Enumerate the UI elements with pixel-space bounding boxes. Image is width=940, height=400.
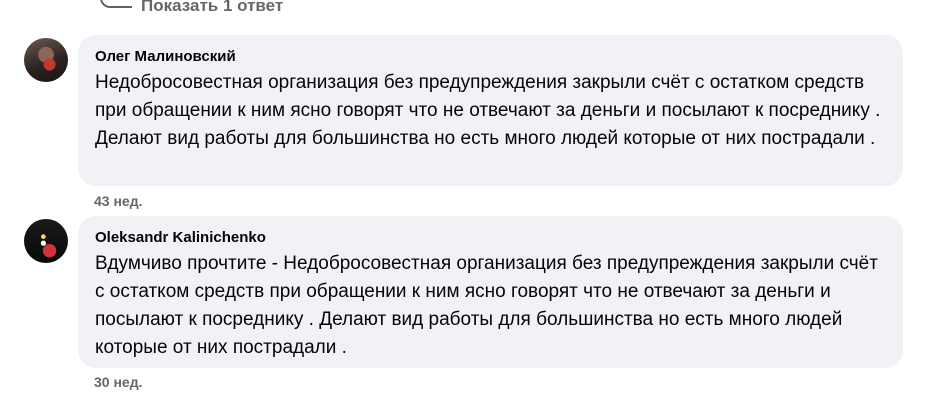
comment-author[interactable]: Олег Малиновский xyxy=(95,45,886,69)
comment-bubble: Олег Малиновский Недобросовестная органи… xyxy=(78,35,903,186)
show-replies-link[interactable]: Показать 1 ответ xyxy=(141,0,283,16)
comment-bubble: Oleksandr Kalinichenko Вдумчиво прочтите… xyxy=(78,216,903,368)
comment-author[interactable]: Oleksandr Kalinichenko xyxy=(95,226,886,250)
thread-connector-line xyxy=(100,0,132,8)
comment-timestamp[interactable]: 30 нед. xyxy=(94,374,142,390)
avatar[interactable] xyxy=(24,38,68,82)
comment-text: Вдумчиво прочтите - Недобросовестная орг… xyxy=(95,253,878,358)
avatar[interactable] xyxy=(24,219,68,263)
comment-text: Недобросовестная организация без предупр… xyxy=(95,72,881,149)
comment-timestamp[interactable]: 43 нед. xyxy=(94,193,142,209)
show-replies-row: Показать 1 ответ xyxy=(100,0,283,18)
